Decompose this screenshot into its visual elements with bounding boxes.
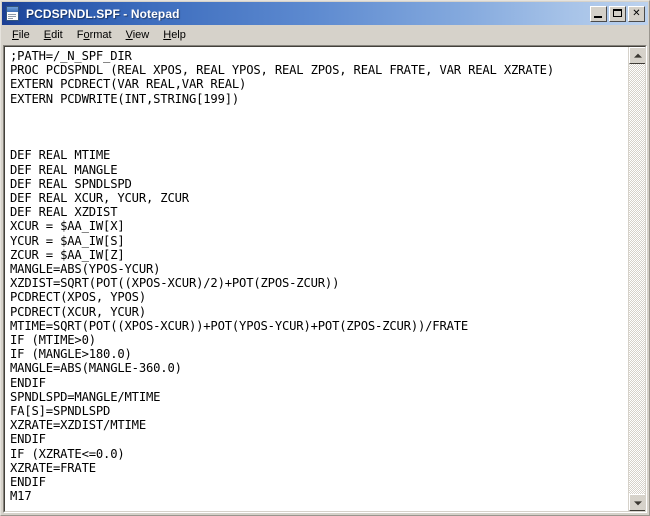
maximize-button[interactable] — [609, 5, 626, 22]
maximize-icon — [613, 8, 622, 17]
minimize-button[interactable] — [590, 5, 607, 22]
window-controls: ✕ — [590, 5, 646, 22]
minimize-icon — [594, 15, 602, 18]
scroll-down-arrow-icon[interactable] — [629, 494, 645, 511]
window-title: PCDSPNDL.SPF - Notepad — [26, 6, 180, 21]
title-bar[interactable]: PCDSPNDL.SPF - Notepad ✕ — [2, 2, 648, 25]
close-button[interactable]: ✕ — [628, 5, 645, 22]
menu-bar: File Edit Format View Help — [2, 26, 648, 45]
editor-sunken-frame: ;PATH=/_N_SPF_DIR PROC PCDSPNDL (REAL XP… — [4, 46, 646, 512]
vertical-scrollbar[interactable] — [628, 47, 645, 511]
menu-item-format[interactable]: Format — [70, 28, 119, 44]
notepad-window: PCDSPNDL.SPF - Notepad ✕ File Edit Forma… — [0, 0, 650, 516]
menu-item-file[interactable]: File — [5, 28, 37, 44]
document-text[interactable]: ;PATH=/_N_SPF_DIR PROC PCDSPNDL (REAL XP… — [10, 49, 628, 504]
menu-item-help[interactable]: Help — [156, 28, 193, 44]
scrollbar-track[interactable] — [629, 64, 645, 494]
notepad-document-icon — [5, 6, 21, 21]
scroll-up-arrow-icon[interactable] — [629, 47, 645, 64]
text-editor-area[interactable]: ;PATH=/_N_SPF_DIR PROC PCDSPNDL (REAL XP… — [5, 47, 628, 511]
menu-item-view[interactable]: View — [119, 28, 157, 44]
editor-client-area: ;PATH=/_N_SPF_DIR PROC PCDSPNDL (REAL XP… — [3, 45, 647, 513]
menu-item-edit[interactable]: Edit — [37, 28, 70, 44]
close-icon: ✕ — [632, 7, 641, 19]
